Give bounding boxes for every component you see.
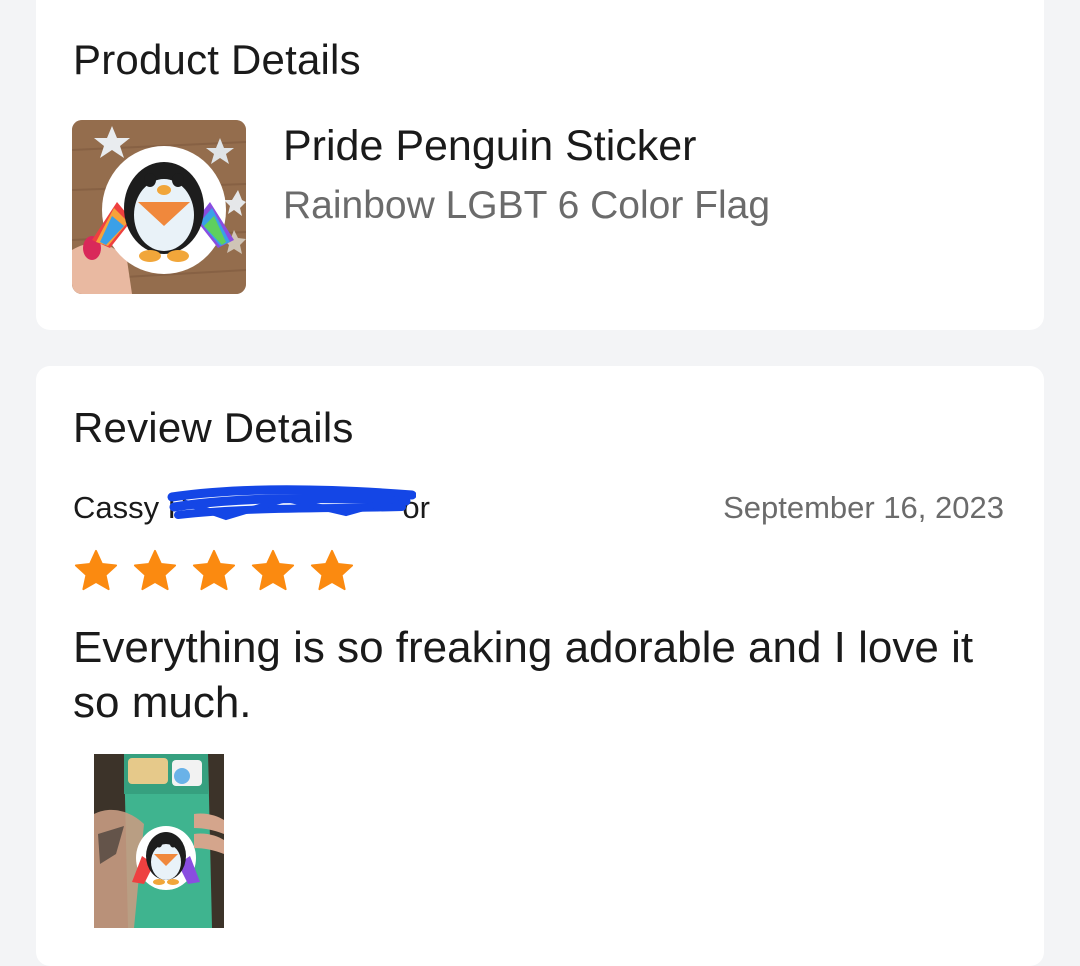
star-icon [74, 549, 118, 591]
star-icon [192, 549, 236, 591]
product-thumbnail[interactable] [72, 120, 246, 294]
reviewer-name-tail: or [402, 490, 430, 525]
star-icon [251, 549, 295, 591]
star-icon [310, 549, 354, 591]
review-details-card: Review Details Cassy P or September 16, 2… [36, 366, 1044, 966]
penguin-sticker-icon [72, 120, 246, 294]
star-icon [133, 549, 177, 591]
reviewer-name-visible: Cassy P [73, 490, 189, 525]
product-name[interactable]: Pride Penguin Sticker [283, 122, 697, 171]
review-text: Everything is so freaking adorable and I… [73, 623, 974, 727]
star-rating [73, 548, 355, 594]
product-details-title: Product Details [73, 36, 361, 83]
review-date: September 16, 2023 [723, 490, 1004, 525]
product-details-card: Product Details Pride Penguin Sticker Ra… [36, 0, 1044, 330]
reviewer-name: Cassy P or [73, 490, 430, 526]
review-photo[interactable] [94, 754, 224, 928]
penguin-photo-icon [94, 754, 224, 928]
review-details-title: Review Details [73, 404, 354, 451]
product-variant: Rainbow LGBT 6 Color Flag [283, 184, 771, 227]
